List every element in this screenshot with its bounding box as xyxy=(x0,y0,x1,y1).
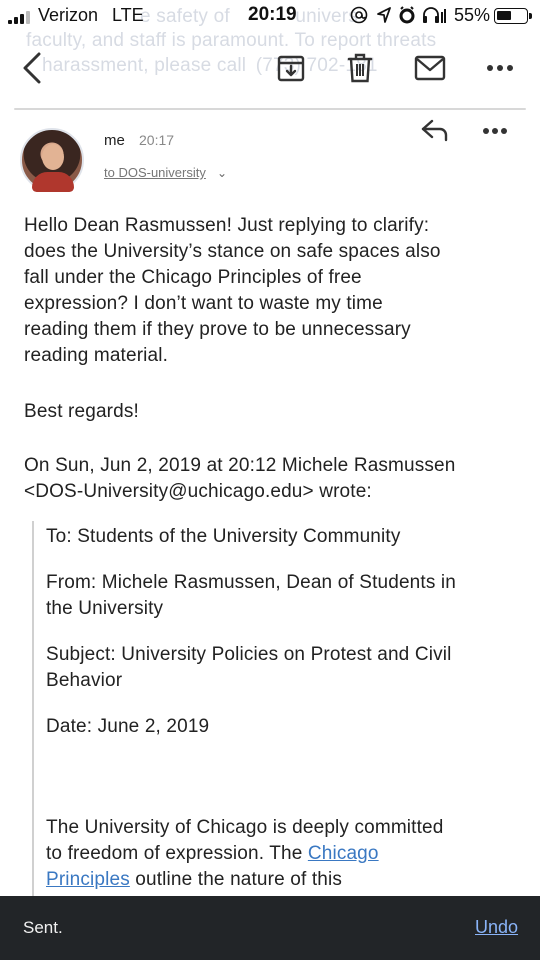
body-line: reading material. xyxy=(24,345,169,366)
body-line: reading them if they prove to be unneces… xyxy=(24,319,411,340)
snackbar-message: Sent. xyxy=(23,918,63,937)
headphones-icon xyxy=(422,6,446,29)
quote-header: On Sun, Jun 2, 2019 at 20:12 Michele Ras… xyxy=(24,453,504,505)
mark-unread-button[interactable] xyxy=(410,50,450,86)
quoted-intro: The University of Chicago is deeply comm… xyxy=(46,817,444,890)
snackbar: Sent. Undo xyxy=(0,896,540,960)
mail-icon xyxy=(414,55,446,81)
back-arrow-icon xyxy=(23,52,41,84)
status-icons xyxy=(350,6,460,26)
more-horizontal-icon xyxy=(487,65,513,71)
undo-button[interactable]: Undo xyxy=(475,917,518,938)
quote-header-line: On Sun, Jun 2, 2019 at 20:12 Michele Ras… xyxy=(24,455,456,476)
quoted-date: Date: June 2, 2019 xyxy=(46,716,210,737)
signoff: Best regards! xyxy=(24,401,139,422)
status-bar: Verizon LTE 20:19 55% xyxy=(0,0,540,32)
more-options-button[interactable] xyxy=(480,50,520,86)
network-type: LTE xyxy=(112,5,144,25)
location-arrow-icon xyxy=(376,6,392,29)
message-more-button[interactable] xyxy=(482,122,516,142)
message-body: Hello Dean Rasmussen! Just replying to c… xyxy=(24,213,504,369)
quoted-to: To: Students of the University Community xyxy=(46,526,401,547)
archive-icon xyxy=(277,55,305,82)
reply-arrow-icon xyxy=(421,119,448,142)
body-line: expression? I don’t want to waste my tim… xyxy=(24,293,383,314)
carrier-name: Verizon xyxy=(38,5,99,25)
delete-button[interactable] xyxy=(340,50,380,86)
more-horizontal-icon xyxy=(483,128,507,134)
message-time: 20:17 xyxy=(139,132,175,148)
chevron-down-icon[interactable]: ⌄ xyxy=(217,166,227,180)
status-time: 20:19 xyxy=(248,4,297,25)
body-line: does the University’s stance on safe spa… xyxy=(24,241,441,262)
quoted-from: From: Michele Rasmussen, Dean of Student… xyxy=(46,572,456,619)
battery-fill xyxy=(497,11,512,20)
chicago-principles-link[interactable]: Chicago xyxy=(308,843,379,864)
quoted-subject: Subject: University Policies on Protest … xyxy=(46,644,452,691)
back-button[interactable] xyxy=(12,50,52,86)
email-toolbar xyxy=(0,38,540,100)
chicago-principles-link[interactable]: Principles xyxy=(46,869,130,890)
alarm-icon xyxy=(398,6,416,29)
archive-button[interactable] xyxy=(271,50,311,86)
signal-strength-icon xyxy=(8,10,34,24)
battery-percent: 55% xyxy=(454,5,491,25)
at-sign-icon xyxy=(350,6,368,29)
recipients-link[interactable]: to DOS-university xyxy=(104,165,206,180)
battery-icon xyxy=(494,8,532,24)
sender-name[interactable]: me xyxy=(104,132,125,149)
body-line: Hello Dean Rasmussen! Just replying to c… xyxy=(24,215,430,236)
trash-icon xyxy=(347,53,373,83)
quote-bar xyxy=(32,521,34,901)
body-line: fall under the Chicago Principles of fre… xyxy=(24,267,362,288)
avatar[interactable] xyxy=(20,128,84,192)
reply-button[interactable] xyxy=(420,118,454,146)
toolbar-divider xyxy=(14,108,526,110)
quote-header-line: <DOS-University@uchicago.edu> wrote: xyxy=(24,481,372,502)
